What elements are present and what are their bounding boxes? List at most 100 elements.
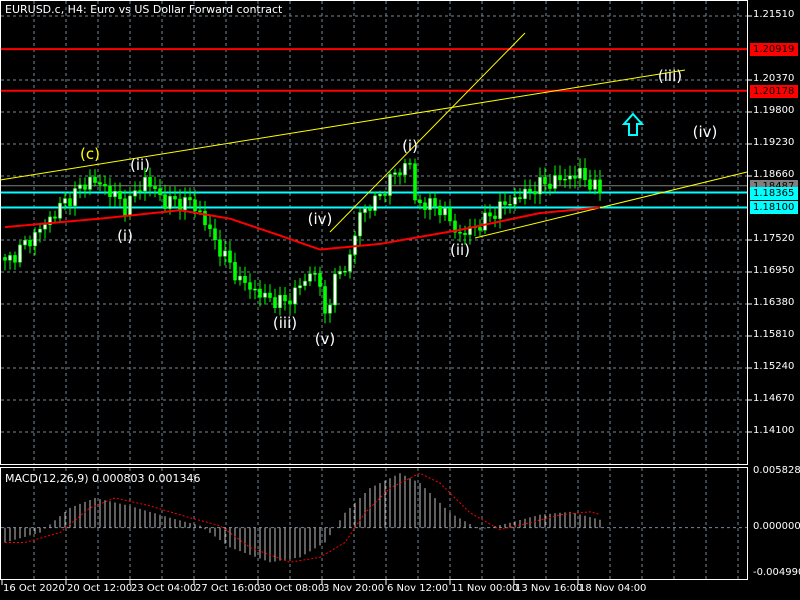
bull-candle (133, 190, 137, 197)
bear-candle (218, 239, 222, 257)
time-label: 3 Nov 20:00 (323, 583, 385, 594)
bull-candle (238, 275, 242, 281)
bear-candle (13, 255, 17, 263)
bear-candle (398, 172, 402, 176)
bull-candle (58, 202, 62, 219)
time-label: 18 Nov 04:00 (579, 583, 647, 594)
bull-candle (183, 197, 187, 211)
bear-candle (3, 257, 7, 261)
bear-candle (478, 227, 482, 231)
bear-candle (108, 185, 112, 197)
time-label: 20 Oct 12:00 (67, 583, 133, 594)
price-level-tag: 1.18100 (750, 201, 798, 215)
bull-candle (378, 193, 382, 197)
bull-candle (38, 228, 42, 233)
bear-candle (268, 292, 272, 298)
price-level-tag: 1.20919 (750, 43, 798, 57)
bear-candle (68, 198, 72, 207)
bear-candle (583, 168, 587, 181)
bear-candle (213, 228, 217, 241)
price-tick-label: 1.14100 (753, 425, 795, 436)
bear-candle (153, 186, 157, 189)
macd-scale-label: 0.005828 (753, 465, 800, 476)
bear-candle (178, 198, 182, 211)
bear-candle (103, 183, 107, 187)
bull-candle (313, 273, 317, 275)
bull-candle (63, 198, 67, 204)
bear-candle (283, 294, 287, 302)
bear-candle (163, 194, 167, 209)
bull-candle (18, 244, 22, 263)
bull-candle (88, 176, 92, 190)
bull-candle (143, 177, 147, 192)
bull-candle (33, 232, 37, 247)
bear-candle (158, 188, 162, 195)
price-tick-label: 1.19800 (753, 105, 795, 116)
bear-candle (118, 191, 122, 200)
bear-candle (173, 196, 177, 200)
bull-candle (43, 224, 47, 230)
bear-candle (228, 250, 232, 263)
time-label: 16 Oct 2020 (3, 583, 65, 594)
bear-candle (598, 179, 602, 194)
trendline (329, 32, 526, 233)
bull-candle (373, 195, 377, 211)
bear-candle (418, 199, 422, 204)
bull-candle (113, 191, 117, 197)
macd-scale-label: -0.004990 (753, 567, 800, 578)
bear-candle (123, 198, 127, 217)
bear-candle (138, 190, 142, 192)
trendline (0, 69, 686, 181)
wave-label: (v) (314, 330, 336, 349)
wave-label: (iii) (657, 66, 683, 85)
bull-candle (578, 168, 582, 179)
wave-label: (iii) (272, 313, 298, 332)
bear-candle (98, 182, 102, 185)
price-tick-label: 1.21510 (753, 9, 795, 20)
bear-candle (463, 232, 467, 235)
bear-candle (208, 224, 212, 229)
price-tick-label: 1.14670 (753, 393, 795, 404)
bear-candle (488, 212, 492, 217)
bear-candle (368, 208, 372, 211)
main-panel-frame (0, 0, 748, 465)
price-tick-label: 1.16380 (753, 297, 795, 308)
bull-candle (428, 198, 432, 210)
bear-candle (433, 198, 437, 207)
bear-candle (318, 273, 322, 287)
bear-candle (193, 199, 197, 212)
price-tick-label: 1.19230 (753, 137, 795, 148)
bull-candle (388, 174, 392, 196)
bull-candle (563, 178, 567, 181)
moving-average-line (4, 206, 601, 251)
time-label: 27 Oct 16:00 (195, 583, 261, 594)
bear-candle (148, 177, 152, 187)
bull-candle (393, 172, 397, 175)
price-tick-label: 1.18660 (753, 169, 795, 180)
bear-candle (248, 282, 252, 290)
bear-candle (83, 184, 87, 190)
price-tick-label: 1.17520 (753, 233, 795, 244)
bull-candle (223, 250, 227, 257)
price-chart[interactable] (0, 0, 800, 600)
bear-candle (548, 183, 552, 189)
bear-candle (493, 215, 497, 219)
bear-candle (558, 175, 562, 181)
bull-candle (498, 201, 502, 219)
price-tick-label: 1.15810 (753, 329, 795, 340)
bear-candle (323, 286, 327, 314)
bull-candle (443, 208, 447, 216)
bear-candle (188, 197, 192, 201)
chart-title: EURUSD.c, H4: Euro vs US Dollar Forward … (5, 3, 283, 16)
bull-candle (363, 208, 367, 213)
bear-candle (28, 239, 32, 247)
bear-candle (438, 205, 442, 216)
bull-candle (308, 273, 312, 282)
wave-label: (i) (117, 226, 133, 245)
bull-candle (333, 273, 337, 306)
bear-candle (53, 216, 57, 219)
wave-label: (i) (402, 136, 418, 155)
bear-candle (588, 179, 592, 190)
bull-candle (8, 255, 12, 261)
bear-candle (93, 176, 97, 183)
